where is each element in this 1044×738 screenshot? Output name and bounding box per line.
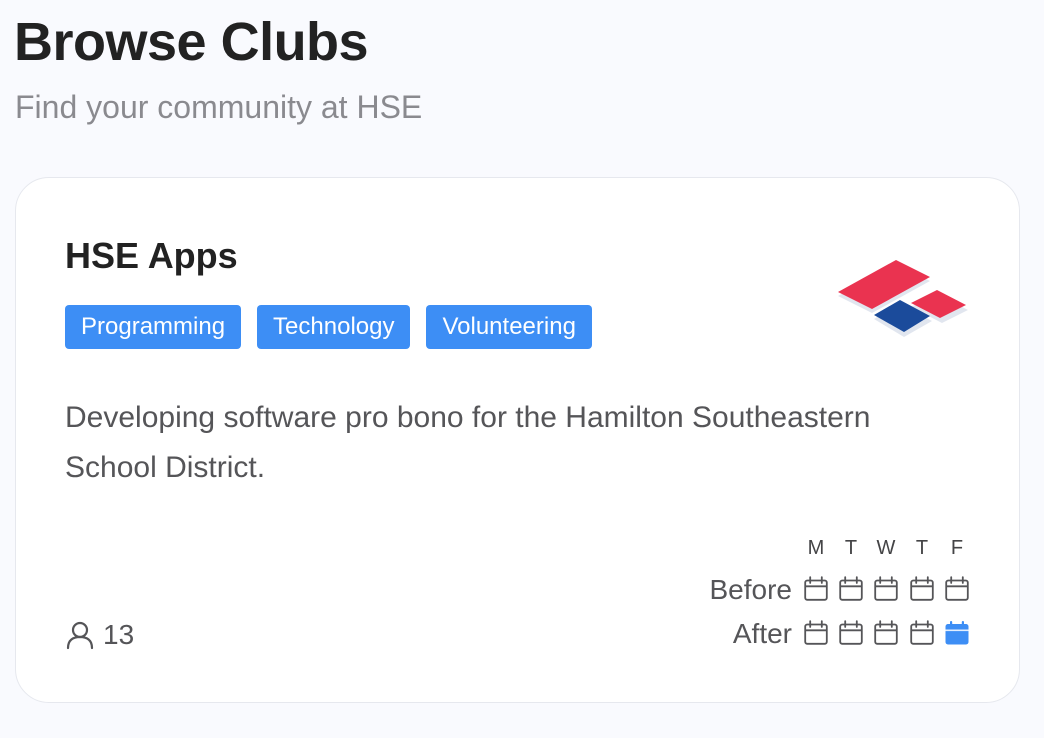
calendar-icon-after-monday: [803, 620, 829, 646]
calendar-icon-after-friday: [944, 620, 970, 646]
day-header-tuesday: T: [844, 537, 858, 559]
calendar-icon-after-thursday: [909, 620, 935, 646]
tag-programming[interactable]: Programming: [65, 305, 242, 349]
calendar-icon-before-thursday: [909, 576, 935, 602]
schedule-row-before-label: Before: [709, 574, 793, 605]
club-description: Developing software pro bono for the Ham…: [65, 401, 871, 484]
member-count: 13: [65, 618, 134, 652]
member-count-value: 13: [103, 619, 135, 650]
tag-list: Programming Technology Volunteering: [65, 305, 592, 349]
page-title: Browse Clubs: [14, 12, 369, 72]
calendar-icon-before-monday: [803, 576, 829, 602]
page-subtitle: Find your community at HSE: [15, 89, 423, 125]
calendar-icon-after-tuesday: [838, 620, 864, 646]
club-card[interactable]: HSE Apps Programming Technology Voluntee…: [15, 177, 1020, 703]
day-header-monday: M: [807, 537, 825, 559]
calendar-icon-before-wednesday: [873, 576, 899, 602]
calendar-icon-after-wednesday: [873, 620, 899, 646]
tag-technology[interactable]: Technology: [257, 305, 411, 349]
day-header-thursday: T: [915, 537, 929, 559]
user-icon: [65, 620, 95, 650]
tag-volunteering[interactable]: Volunteering: [426, 305, 592, 349]
club-name[interactable]: HSE Apps: [65, 234, 238, 278]
schedule-row-after-label: After: [732, 618, 792, 649]
calendar-icon-before-tuesday: [838, 576, 864, 602]
day-header-friday: F: [950, 537, 964, 559]
club-logo: [838, 260, 968, 337]
calendar-icon-before-friday: [944, 576, 970, 602]
meeting-schedule: M T W T F Before After: [656, 536, 976, 666]
day-header-wednesday: W: [876, 537, 896, 559]
